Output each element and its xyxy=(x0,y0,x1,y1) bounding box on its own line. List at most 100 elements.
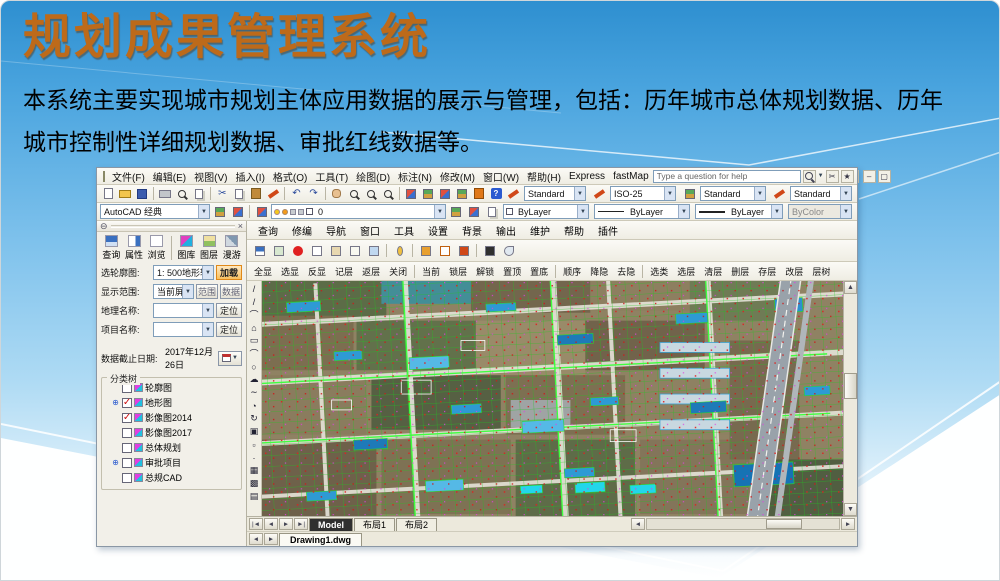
load-button[interactable]: 加载 xyxy=(216,265,242,280)
layer-tool-button[interactable]: 当前 xyxy=(418,264,444,279)
tab-layout1[interactable]: 布局1 xyxy=(354,518,395,531)
construction-line-icon[interactable]: / xyxy=(248,295,261,308)
tree-checkbox[interactable] xyxy=(122,428,132,438)
search-caret-icon[interactable]: ▼ xyxy=(818,173,824,179)
layer-tool-button[interactable]: 选层 xyxy=(673,264,699,279)
menu-file[interactable]: 文件(F) xyxy=(108,169,149,184)
expand-icon[interactable]: ⊕ xyxy=(111,458,120,467)
scroll-down-icon[interactable]: ▼ xyxy=(844,503,857,516)
search-icon[interactable] xyxy=(803,170,816,183)
contour-map-select[interactable]: 1: 500地形轮廓▼ xyxy=(153,265,214,280)
revcloud-icon[interactable]: ☁ xyxy=(248,373,261,386)
table-style-select[interactable]: Standard▼ xyxy=(700,186,766,201)
map-edit-icon[interactable] xyxy=(436,243,453,258)
layer-tool-button[interactable]: 删层 xyxy=(727,264,753,279)
polyline-icon[interactable]: ⌒ xyxy=(248,308,261,321)
rectangle-icon[interactable]: ▭ xyxy=(248,334,261,347)
layer-tool-button[interactable]: 全显 xyxy=(250,264,276,279)
layer-tool-button[interactable]: 关闭 xyxy=(385,264,411,279)
data-button[interactable]: 数据 xyxy=(220,284,242,299)
submenu-item[interactable]: 窗口 xyxy=(353,223,387,238)
tree-item[interactable]: 影像图2017 xyxy=(105,425,238,440)
map-query-icon[interactable] xyxy=(251,243,268,258)
map-callout-icon[interactable] xyxy=(327,243,344,258)
submenu-item[interactable]: 工具 xyxy=(387,223,421,238)
menu-edit[interactable]: 编辑(E) xyxy=(149,169,190,184)
layer-tool-button[interactable]: 置顶 xyxy=(499,264,525,279)
scroll-up-icon[interactable]: ▲ xyxy=(844,281,857,294)
query-tool-button[interactable]: 查询 xyxy=(101,235,122,261)
layer-tool-button[interactable]: 顺序 xyxy=(559,264,585,279)
submenu-item[interactable]: 导航 xyxy=(319,223,353,238)
menu-tools[interactable]: 工具(T) xyxy=(311,169,352,184)
geo-name-select[interactable]: ▼ xyxy=(153,303,214,318)
plot-preview-icon[interactable] xyxy=(174,186,190,201)
comm-center-icon[interactable]: ✂ xyxy=(826,170,839,183)
menu-draw[interactable]: 绘图(D) xyxy=(352,169,394,184)
layer-tool-button[interactable]: 层树 xyxy=(808,264,834,279)
match-properties-icon[interactable] xyxy=(265,186,281,201)
workspace-select[interactable]: AutoCAD 经典▼ xyxy=(100,204,210,219)
library-tool-button[interactable]: 图库 xyxy=(176,235,197,261)
open-icon[interactable] xyxy=(117,186,133,201)
tree-item[interactable]: ⊕✓地形图 xyxy=(105,395,238,410)
vscroll-thumb[interactable] xyxy=(844,373,857,399)
tab-prev-icon[interactable]: ◄ xyxy=(264,518,278,530)
project-locate-button[interactable]: 定位 xyxy=(216,322,242,337)
dwg-next-icon[interactable]: ► xyxy=(264,533,278,545)
layer-tool-button[interactable]: 清层 xyxy=(700,264,726,279)
tab-first-icon[interactable]: |◄ xyxy=(249,518,263,530)
gradient-icon[interactable]: ▩ xyxy=(248,477,261,490)
menu-help[interactable]: 帮助(H) xyxy=(523,169,565,184)
hscroll-left-icon[interactable]: ◄ xyxy=(631,518,645,530)
hscroll-right-icon[interactable]: ► xyxy=(841,518,855,530)
range-button[interactable]: 范围 xyxy=(196,284,218,299)
menu-dimension[interactable]: 标注(N) xyxy=(394,169,436,184)
point-icon[interactable]: ▫ xyxy=(248,438,261,451)
tool-palettes-icon[interactable] xyxy=(437,186,453,201)
tree-item[interactable]: ⊕审批项目 xyxy=(105,455,238,470)
layer-tool-button[interactable]: 存层 xyxy=(754,264,780,279)
map-view-icon[interactable] xyxy=(481,243,498,258)
submenu-item[interactable]: 背景 xyxy=(455,223,489,238)
layer-tool-button[interactable]: 改层 xyxy=(781,264,807,279)
tree-checkbox[interactable] xyxy=(122,473,132,483)
layer-previous-icon[interactable] xyxy=(465,204,482,219)
make-layer-current-icon[interactable] xyxy=(447,204,464,219)
dim-style-select[interactable]: ISO-25▼ xyxy=(610,186,676,201)
menu-format[interactable]: 格式(O) xyxy=(269,169,311,184)
display-range-select[interactable]: 当前屏幕▼ xyxy=(153,284,194,299)
make-block-icon[interactable]: ▣ xyxy=(248,425,261,438)
layer-tool-button[interactable]: 降隐 xyxy=(586,264,612,279)
dwg-prev-icon[interactable]: ◄ xyxy=(249,533,263,545)
date-picker-button[interactable]: ▼ xyxy=(218,351,242,366)
submenu-item[interactable]: 输出 xyxy=(489,223,523,238)
lineweight-select[interactable]: ByLayer▼ xyxy=(695,204,783,219)
project-name-select[interactable]: ▼ xyxy=(153,322,214,337)
layer-tool-button[interactable]: 记层 xyxy=(331,264,357,279)
map-viewport[interactable] xyxy=(262,281,843,516)
layer-tool-button[interactable]: 去隐 xyxy=(613,264,639,279)
tree-checkbox[interactable] xyxy=(122,443,132,453)
ellipse-icon[interactable]: ◔ xyxy=(248,399,261,412)
undo-icon[interactable]: ↶ xyxy=(288,186,304,201)
map-mark-icon[interactable] xyxy=(289,243,306,258)
hatch-icon[interactable]: ▦ xyxy=(248,464,261,477)
layers-tool-button[interactable]: 图层 xyxy=(199,235,220,261)
layer-tool-button[interactable]: 锁层 xyxy=(445,264,471,279)
layer-tool-button[interactable]: 返层 xyxy=(358,264,384,279)
drawing-tab[interactable]: Drawing1.dwg xyxy=(279,533,362,546)
workspace-lock-icon[interactable] xyxy=(229,204,246,219)
map-vertical-scrollbar[interactable]: ▲ ▼ xyxy=(843,281,857,516)
new-icon[interactable] xyxy=(100,186,116,201)
arc-icon[interactable]: ⌒ xyxy=(248,347,261,360)
expand-icon[interactable]: ⊕ xyxy=(111,398,120,407)
hscroll-thumb[interactable] xyxy=(766,519,802,529)
zoom-window-icon[interactable] xyxy=(363,186,379,201)
tree-checkbox[interactable]: ✓ xyxy=(122,413,132,423)
tab-model[interactable]: Model xyxy=(309,518,353,531)
map-horizontal-scrollbar[interactable] xyxy=(646,518,840,530)
map-select-box-icon[interactable] xyxy=(308,243,325,258)
map-roam-icon[interactable] xyxy=(270,243,287,258)
submenu-item[interactable]: 维护 xyxy=(523,223,557,238)
